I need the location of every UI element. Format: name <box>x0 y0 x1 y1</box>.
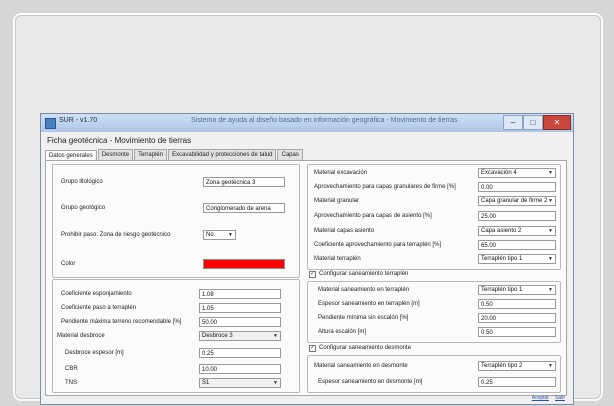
mat-terraplen-label: Material terraplén <box>314 256 361 262</box>
title-bar: SUR - v1.70 Sistema de ayuda al diseño b… <box>41 114 573 132</box>
mat-asiento-label: Material capas asiento <box>314 228 375 234</box>
aprov-granulares-label: Aprovechamiento para capas granulares de… <box>314 184 456 190</box>
espesor-desmonte-field[interactable]: 0.25 <box>478 377 556 387</box>
tab-bar: Datos generales Desmonte Terraplén Excav… <box>45 149 304 161</box>
window-subtitle: Sistema de ayuda al diseño basado en inf… <box>191 117 458 124</box>
coef-paso-label: Coeficiente paso a terraplén <box>61 305 137 311</box>
pendiente-maxima-label: Pendiente máxima terreno recomendable [%… <box>61 319 182 325</box>
desbroce-espesor-label: Desbroce espesor [m] <box>65 350 124 356</box>
prohibir-paso-value: No <box>206 232 214 238</box>
chevron-down-icon: ▼ <box>548 198 553 204</box>
mat-excavacion-label: Material excavación <box>314 170 368 176</box>
coef-terraplen-field[interactable]: 65.00 <box>478 240 556 250</box>
chevron-down-icon: ▼ <box>548 170 553 176</box>
mat-desmonte-label: Material saneamiento en desmonte <box>314 363 408 369</box>
material-desbroce-select[interactable]: Desbroce 3 ▼ <box>199 331 281 341</box>
saneamiento-terraplen-checkbox[interactable]: ✓ <box>309 271 316 278</box>
minimize-button[interactable]: – <box>503 115 523 130</box>
tab-excavabilidad[interactable]: Excavabilidad y protecciones de talud <box>168 149 277 160</box>
close-button[interactable]: ✕ <box>543 115 571 130</box>
cbr-label: CBR <box>65 366 78 372</box>
mat-asiento-select[interactable]: Capa asiento 2 ▼ <box>478 226 556 236</box>
mat-desmonte-select[interactable]: Terraplén tipo 2 ▼ <box>478 361 556 371</box>
saneamiento-desmonte-checkbox[interactable]: ✓ <box>309 345 316 352</box>
tab-desmonte[interactable]: Desmonte <box>97 149 134 160</box>
espesor-desmonte-label: Espesor saneamiento en desmonte [m] <box>318 379 423 385</box>
tab-panel-datos-generales: Grupo litológico Zona geotécnica 3 Grupo… <box>45 160 567 396</box>
chevron-down-icon: ▼ <box>548 363 553 369</box>
group-saneamiento-terraplen: Material saneamiento en terraplén Terrap… <box>307 281 561 343</box>
prohibir-paso-label: Prohibir paso: Zona de riesgo geotécnico <box>61 232 171 238</box>
maximize-button[interactable]: □ <box>523 115 543 130</box>
mat-saneamiento-select[interactable]: Terraplén tipo 1 ▼ <box>478 285 556 295</box>
grupo-litologico-field[interactable]: Zona geotécnica 3 <box>203 177 285 187</box>
grupo-geologico-field[interactable]: Conglomerado de arena <box>203 203 285 213</box>
group-saneamiento-desmonte: Material saneamiento en desmonte Terrapl… <box>307 355 561 393</box>
tns-label: TNS <box>65 380 77 386</box>
form-heading: Ficha geotécnica - Movimiento de tierras <box>47 136 192 145</box>
app-icon <box>45 118 56 129</box>
group-aprovechamiento: Material excavación Excavación 4 ▼ Aprove… <box>307 164 561 270</box>
chevron-down-icon: ▼ <box>273 333 278 339</box>
coef-paso-field[interactable]: 1.05 <box>199 303 281 313</box>
tns-value: S1 <box>202 380 210 386</box>
footer-actions: Aceptar Salir <box>532 395 565 401</box>
material-desbroce-label: Material desbroce <box>57 333 105 339</box>
tns-select[interactable]: S1 ▼ <box>199 378 281 388</box>
grupo-litologico-label: Grupo litológico <box>61 179 103 185</box>
mat-granular-label: Material granular <box>314 198 360 204</box>
mat-terraplen-select[interactable]: Terraplén tipo 1 ▼ <box>478 254 556 264</box>
chevron-down-icon: ▼ <box>273 380 278 386</box>
chevron-down-icon: ▼ <box>548 287 553 293</box>
mat-desmonte-value: Terraplén tipo 2 <box>481 363 523 369</box>
mat-saneamiento-label: Material saneamiento en terraplén <box>318 287 410 293</box>
material-desbroce-value: Desbroce 3 <box>202 333 233 339</box>
cbr-field[interactable]: 10.00 <box>199 364 281 374</box>
grupo-geologico-label: Grupo geológico <box>61 205 106 211</box>
mat-granular-value: Capa granular de firme 2 <box>481 198 548 204</box>
tab-capas[interactable]: Capas <box>277 149 303 160</box>
saneamiento-desmonte-label: Configurar saneamiento desmonte <box>319 345 412 351</box>
app-window: SUR - v1.70 Sistema de ayuda al diseño b… <box>40 113 574 405</box>
desbroce-espesor-field[interactable]: 0.25 <box>199 348 281 358</box>
espesor-terraplen-field[interactable]: 0.50 <box>478 299 556 309</box>
altura-escalon-field[interactable]: 0.50 <box>478 327 556 337</box>
pendiente-maxima-field[interactable]: 50.00 <box>199 317 281 327</box>
mat-saneamiento-value: Terraplén tipo 1 <box>481 287 523 293</box>
mat-excavacion-value: Excavación 4 <box>481 170 517 176</box>
window-title: SUR - v1.70 <box>59 117 98 124</box>
prohibir-paso-select[interactable]: No ▼ <box>203 230 236 240</box>
chevron-down-icon: ▼ <box>548 256 553 262</box>
pendiente-minima-label: Pendiente mínima sin escalón [%] <box>318 315 409 321</box>
saneamiento-terraplen-label: Configurar saneamiento terraplén <box>319 271 409 277</box>
mat-granular-select[interactable]: Capa granular de firme 2 ▼ <box>478 196 556 206</box>
mat-terraplen-value: Terraplén tipo 1 <box>481 256 523 262</box>
altura-escalon-label: Altura escalón [m] <box>318 329 367 335</box>
aprov-granulares-field[interactable]: 0.00 <box>478 182 556 192</box>
accept-link[interactable]: Aceptar <box>532 395 549 401</box>
exit-link[interactable]: Salir <box>555 395 565 401</box>
chevron-down-icon: ▼ <box>228 232 233 238</box>
coef-terraplen-label: Coeficiente aprovechamiento para terrapl… <box>314 242 442 248</box>
aprov-asiento-label: Aprovechamiento para capas de asiento [%… <box>314 213 432 219</box>
coef-esponjamiento-label: Coeficiente esponjamiento <box>61 291 132 297</box>
chevron-down-icon: ▼ <box>548 228 553 234</box>
pendiente-minima-field[interactable]: 20.00 <box>478 313 556 323</box>
aprov-asiento-field[interactable]: 25.00 <box>478 211 556 221</box>
window-controls: – □ ✕ <box>503 115 571 130</box>
color-swatch[interactable] <box>203 259 285 269</box>
color-label: Color <box>61 261 76 267</box>
espesor-terraplen-label: Espesor saneamiento en terraplén [m] <box>318 301 420 307</box>
coef-esponjamiento-field[interactable]: 1.08 <box>199 289 281 299</box>
group-general: Grupo litológico Zona geotécnica 3 Grupo… <box>52 164 300 278</box>
mat-excavacion-select[interactable]: Excavación 4 ▼ <box>478 168 556 178</box>
group-coeficientes: Coeficiente esponjamiento 1.08 Coeficien… <box>52 279 300 393</box>
mat-asiento-value: Capa asiento 2 <box>481 228 522 234</box>
tab-terraplen[interactable]: Terraplén <box>134 149 168 160</box>
